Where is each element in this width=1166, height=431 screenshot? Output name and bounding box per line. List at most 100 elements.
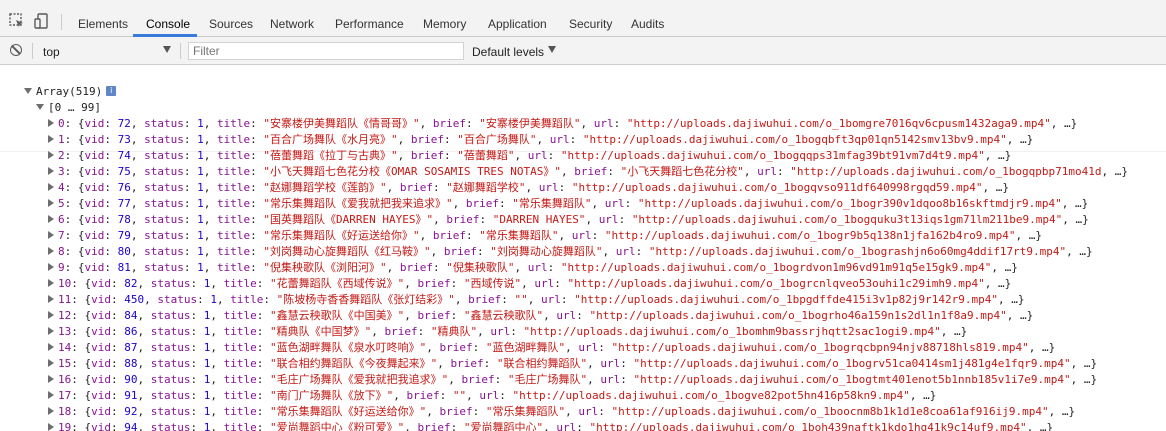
expand-triangle-icon[interactable]: [48, 375, 54, 383]
chevron-down-icon[interactable]: [163, 46, 171, 53]
array-item-row[interactable]: 15: {vid: 88, status: 1, title: "联合相约舞蹈队…: [48, 356, 1097, 372]
array-item-row[interactable]: 4: {vid: 76, status: 1, title: "赵娜舞蹈学校《莲…: [48, 180, 1009, 196]
punctuation: ,: [137, 357, 151, 370]
log-levels-dropdown[interactable]: Default levels: [472, 45, 544, 59]
expand-triangle-icon[interactable]: [48, 279, 54, 287]
expand-triangle-icon[interactable]: [48, 119, 54, 127]
expand-triangle-icon[interactable]: [48, 135, 54, 143]
key-title: title: [217, 197, 251, 210]
array-item-row[interactable]: 13: {vid: 86, status: 1, title: "精典队《中国梦…: [48, 324, 967, 340]
expand-triangle-icon[interactable]: [48, 215, 54, 223]
value-vid: 80: [117, 245, 131, 258]
expand-triangle-icon[interactable]: [48, 311, 54, 319]
key-vid: vid: [84, 181, 105, 194]
value-url: "http://uploads.dajiwuhui.com/o_1bogrash…: [648, 245, 1067, 258]
key-brief: brief: [399, 181, 433, 194]
array-item-row[interactable]: 17: {vid: 91, status: 1, title: "南门广场舞队《…: [48, 388, 936, 404]
punctuation: :: [439, 389, 453, 402]
inspect-element-icon[interactable]: [8, 12, 26, 30]
punctuation: : {: [71, 309, 92, 322]
filter-input[interactable]: [188, 42, 464, 60]
expand-triangle-icon[interactable]: [48, 359, 54, 367]
array-item-row[interactable]: 7: {vid: 79, status: 1, title: "常乐集舞蹈队《好…: [48, 228, 1042, 244]
expand-triangle-icon[interactable]: [36, 104, 44, 110]
expand-triangle-icon[interactable]: [48, 295, 54, 303]
clear-console-icon[interactable]: [10, 44, 22, 56]
info-icon[interactable]: i: [106, 86, 117, 96]
punctuation: ,: [210, 309, 224, 322]
expand-triangle-icon[interactable]: [48, 167, 54, 175]
tab-security[interactable]: Security: [569, 17, 612, 31]
tab-console[interactable]: Console: [146, 17, 190, 31]
expand-triangle-icon[interactable]: [48, 263, 54, 271]
device-toolbar-icon[interactable]: [33, 12, 51, 30]
array-item-row[interactable]: 1: {vid: 73, status: 1, title: "百合广场舞队《水…: [48, 132, 1033, 148]
array-item-row[interactable]: 12: {vid: 84, status: 1, title: "鑫慧云秧歌队《…: [48, 308, 1033, 324]
punctuation: :: [472, 405, 486, 418]
array-item-row[interactable]: 10: {vid: 82, status: 1, title: "花蕾舞蹈队《西…: [48, 276, 1011, 292]
tab-network[interactable]: Network: [270, 17, 314, 31]
array-item-row[interactable]: 9: {vid: 81, status: 1, title: "倪集秧歌队《浏阳…: [48, 260, 1018, 276]
key-status: status: [150, 277, 191, 290]
key-status: status: [150, 309, 191, 322]
array-item-row[interactable]: 6: {vid: 78, status: 1, title: "国英舞蹈队《DA…: [48, 212, 1089, 228]
tab-audits[interactable]: Audits: [631, 17, 664, 31]
key-brief: brief: [439, 341, 473, 354]
expand-triangle-icon[interactable]: [48, 343, 54, 351]
punctuation: :: [183, 181, 198, 194]
array-item-row[interactable]: 18: {vid: 92, status: 1, title: "常乐集舞蹈队《…: [48, 404, 1075, 420]
expand-triangle-icon[interactable]: [48, 247, 54, 255]
value-title: "陈坡杨寺香香舞蹈队《张灯结彩》": [276, 293, 455, 306]
expand-triangle-icon[interactable]: [24, 88, 32, 94]
expand-triangle-icon[interactable]: [48, 407, 54, 415]
punctuation: :: [256, 277, 270, 290]
expand-triangle-icon[interactable]: [48, 151, 54, 159]
array-item-row[interactable]: 11: {vid: 450, status: 1, title: "陈坡杨寺香香…: [48, 292, 1024, 308]
tab-application[interactable]: Application: [488, 17, 547, 31]
value-url: "http://uploads.dajiwuhui.com/o_1bogr390…: [637, 197, 1062, 210]
chevron-down-icon[interactable]: [548, 46, 556, 53]
value-brief: "鑫慧云秧歌队": [463, 309, 544, 322]
truncation-ellipsis: …}: [1028, 229, 1042, 242]
expand-triangle-icon[interactable]: [48, 327, 54, 335]
punctuation: ,: [527, 293, 541, 306]
array-item-row[interactable]: 19: {vid: 94, status: 1, title: "爱尚舞蹈中心《…: [48, 420, 1053, 431]
expand-triangle-icon[interactable]: [48, 231, 54, 239]
punctuation: ,: [433, 213, 447, 226]
tab-sources[interactable]: Sources: [209, 17, 253, 31]
punctuation: :: [256, 405, 270, 418]
item-index: 0: [58, 117, 65, 130]
array-item-row[interactable]: 14: {vid: 87, status: 1, title: "蓝色湖畔舞队《…: [48, 340, 1055, 356]
punctuation: ,: [419, 229, 433, 242]
value-vid: 82: [124, 277, 138, 290]
array-group[interactable]: [0 … 99]: [36, 100, 101, 116]
punctuation: :: [250, 181, 264, 194]
tab-elements[interactable]: Elements: [78, 17, 128, 31]
tab-performance[interactable]: Performance: [335, 17, 404, 31]
punctuation: :: [547, 149, 561, 162]
key-vid: vid: [91, 373, 111, 386]
expand-triangle-icon[interactable]: [48, 391, 54, 399]
expand-triangle-icon[interactable]: [48, 183, 54, 191]
array-item-row[interactable]: 3: {vid: 75, status: 1, title: "小飞天舞蹈七色花…: [48, 164, 1128, 180]
value-title: "小飞天舞蹈七色花分校《OMAR SOSAMIS TRES NOTAS》": [263, 165, 561, 178]
punctuation: ,: [565, 405, 579, 418]
item-index: 10: [58, 277, 72, 290]
context-selector[interactable]: top: [43, 45, 60, 59]
value-brief: "精典队": [430, 325, 478, 338]
array-item-row[interactable]: 16: {vid: 90, status: 1, title: "毛庄广场舞队《…: [48, 372, 1097, 388]
array-header[interactable]: Array(519) i: [24, 84, 117, 100]
punctuation: ,: [1061, 197, 1075, 210]
value-vid: 78: [117, 213, 131, 226]
array-item-row[interactable]: 8: {vid: 80, status: 1, title: "刘岗舞动心旋舞蹈…: [48, 244, 1093, 260]
punctuation: ,: [997, 293, 1012, 306]
punctuation: ,: [1050, 117, 1064, 130]
value-vid: 75: [117, 165, 131, 178]
expand-triangle-icon[interactable]: [48, 423, 54, 431]
array-item-row[interactable]: 0: {vid: 72, status: 1, title: "安寨楼伊美舞蹈队…: [48, 116, 1077, 132]
expand-triangle-icon[interactable]: [48, 199, 54, 207]
tab-memory[interactable]: Memory: [423, 17, 466, 31]
array-item-row[interactable]: 5: {vid: 77, status: 1, title: "常乐集舞蹈队《爱…: [48, 196, 1088, 212]
array-item-row[interactable]: 2: {vid: 74, status: 1, title: "蓓蕾舞蹈《拉丁与…: [48, 148, 1011, 164]
punctuation: ,: [130, 133, 145, 146]
